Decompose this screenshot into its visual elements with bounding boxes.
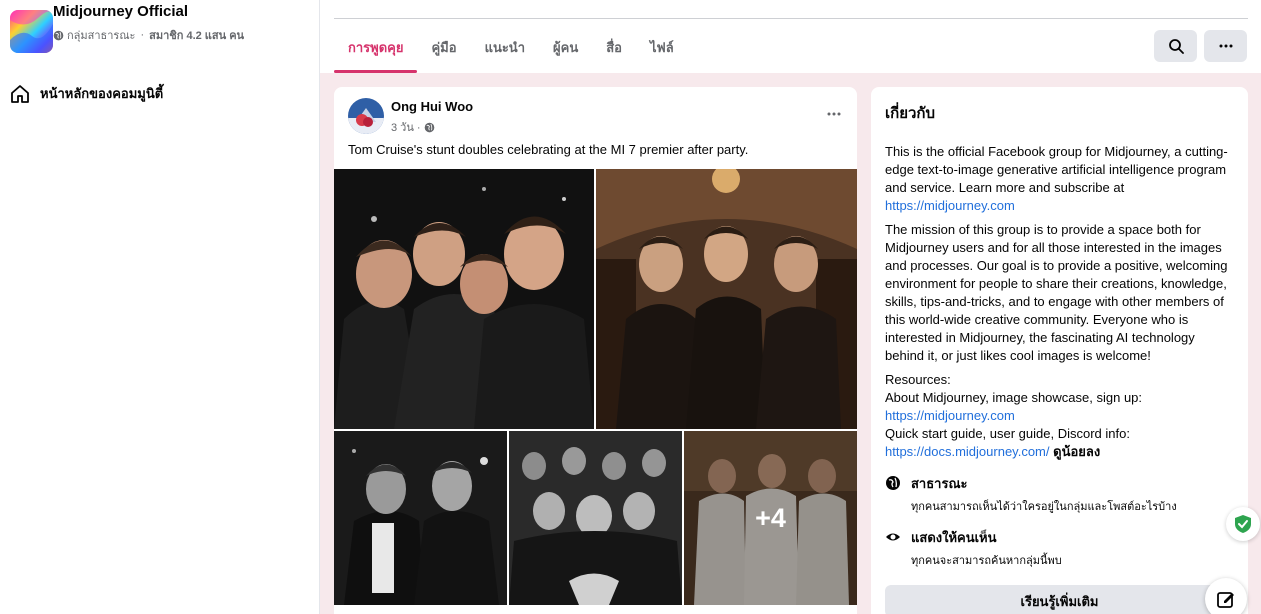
post-card: Ong Hui Woo 3 วัน · Tom Cruise's stunt d…	[334, 87, 857, 614]
learn-more-button[interactable]: เรียนรู้เพิ่มเติม	[885, 585, 1234, 614]
shield-icon	[1235, 515, 1251, 533]
search-icon	[1168, 39, 1184, 54]
security-badge[interactable]	[1226, 507, 1260, 541]
visible-desc: ทุกคนจะสามารถค้นหากลุ่มนี้พบ	[911, 555, 1062, 567]
about-resources: Resources: About Midjourney, image showc…	[885, 372, 1143, 459]
privacy-info: สาธารณะ ทุกคนสามารถเห็นได้ว่าใครอยู่ในกล…	[885, 473, 1234, 515]
tab-guides[interactable]: คู่มือ	[417, 24, 470, 70]
search-button[interactable]	[1154, 30, 1197, 62]
tabs-bar: การพูดคุย คู่มือ แนะนำ ผู้คน สื่อ ไฟล์	[320, 0, 1261, 73]
globe-icon	[886, 476, 900, 490]
group-privacy: กลุ่มสาธารณะ	[67, 30, 136, 42]
more-options-button[interactable]	[1204, 30, 1247, 62]
about-intro: This is the official Facebook group for …	[885, 144, 1228, 213]
eye-icon	[886, 533, 900, 541]
tab-discussion[interactable]: การพูดคุย	[334, 24, 418, 73]
post-photo-3[interactable]	[334, 431, 507, 605]
post-photo-1[interactable]	[334, 169, 594, 429]
post-photo-4[interactable]	[509, 431, 682, 605]
group-members[interactable]: สมาชิก 4.2 แสน คน	[149, 26, 244, 44]
sidebar-item-community-home[interactable]: หน้าหลักของคอมมูนิตี้	[10, 83, 163, 104]
meta-separator: ·	[140, 29, 145, 41]
more-icon	[827, 112, 841, 116]
post-timestamp[interactable]: 3 วัน ·	[391, 118, 435, 136]
post-photo-2[interactable]	[596, 169, 857, 429]
left-sidebar: Midjourney Official กลุ่มสาธารณะ · สมาชิ…	[0, 0, 320, 614]
author-avatar[interactable]	[348, 98, 384, 134]
home-icon	[11, 84, 29, 103]
tab-featured[interactable]: แนะนำ	[471, 24, 539, 70]
main-content: การพูดคุย คู่มือ แนะนำ ผู้คน สื่อ ไฟล์ O…	[320, 0, 1261, 614]
globe-icon	[53, 30, 64, 40]
sidebar-item-label: หน้าหลักของคอมมูนิตี้	[40, 86, 164, 101]
public-title: สาธารณะ	[911, 476, 968, 491]
visibility-info: แสดงให้คนเห็น ทุกคนจะสามารถค้นหากลุ่มนี้…	[885, 527, 1234, 569]
about-mission: The mission of this group is to provide …	[885, 222, 1228, 363]
resources-link-1[interactable]: https://midjourney.com	[885, 408, 1015, 423]
post-time-text: 3 วัน ·	[391, 122, 421, 134]
compose-icon	[1217, 592, 1234, 608]
tab-people[interactable]: ผู้คน	[539, 24, 592, 70]
group-tabs: การพูดคุย คู่มือ แนะนำ ผู้คน สื่อ ไฟล์	[334, 24, 688, 73]
post-photo-5[interactable]: +4	[684, 431, 857, 605]
group-header[interactable]	[10, 10, 53, 53]
group-avatar[interactable]	[10, 10, 53, 53]
midjourney-link[interactable]: https://midjourney.com	[885, 198, 1015, 213]
about-card: เกี่ยวกับ This is the official Facebook …	[871, 87, 1248, 614]
more-icon	[1219, 44, 1232, 48]
about-title: เกี่ยวกับ	[885, 105, 936, 122]
group-name[interactable]: Midjourney Official	[53, 3, 188, 20]
post-options-button[interactable]	[821, 101, 847, 127]
tab-media[interactable]: สื่อ	[592, 24, 636, 70]
public-desc: ทุกคนสามารถเห็นได้ว่าใครอยู่ในกลุ่มและโพ…	[911, 501, 1177, 513]
author-name[interactable]: Ong Hui Woo	[391, 99, 473, 114]
see-less-link[interactable]: ดูน้อยลง	[1053, 444, 1100, 459]
more-photos-overlay[interactable]: +4	[684, 431, 857, 605]
tab-files[interactable]: ไฟล์	[636, 24, 688, 70]
resources-link-2[interactable]: https://docs.midjourney.com/	[885, 444, 1050, 459]
globe-icon	[424, 122, 434, 132]
divider	[334, 18, 1248, 19]
post-text: Tom Cruise's stunt doubles celebrating a…	[348, 142, 749, 157]
new-message-button[interactable]	[1205, 578, 1247, 614]
visible-title: แสดงให้คนเห็น	[911, 530, 997, 545]
group-meta: กลุ่มสาธารณะ · สมาชิก 4.2 แสน คน	[53, 26, 244, 44]
